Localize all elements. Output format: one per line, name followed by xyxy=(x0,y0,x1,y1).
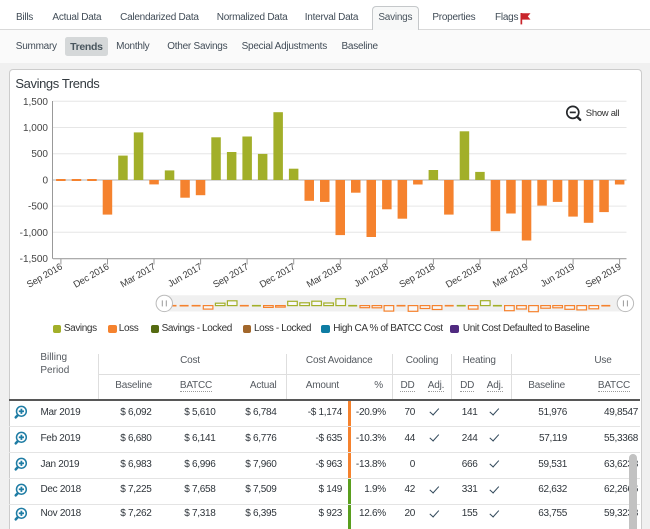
svg-text:Jun 2017: Jun 2017 xyxy=(166,262,204,290)
svg-text:Mar 2019: Mar 2019 xyxy=(491,262,530,291)
svg-text:1,000: 1,000 xyxy=(23,123,48,134)
svg-text:Mar 2017: Mar 2017 xyxy=(119,262,158,291)
svg-text:Mar 2018: Mar 2018 xyxy=(305,262,344,291)
svg-text:Dec 2016: Dec 2016 xyxy=(72,262,111,291)
svg-text:0: 0 xyxy=(42,175,48,186)
svg-text:Jun 2018: Jun 2018 xyxy=(352,262,390,290)
svg-text:Dec 2018: Dec 2018 xyxy=(444,262,483,291)
svg-text:-500: -500 xyxy=(28,202,48,213)
svg-text:Sep 2016: Sep 2016 xyxy=(25,262,64,291)
svg-text:500: 500 xyxy=(31,149,48,160)
svg-text:Show all: Show all xyxy=(586,108,620,119)
svg-text:Dec 2017: Dec 2017 xyxy=(258,262,297,291)
svg-text:Sep 2019: Sep 2019 xyxy=(584,262,623,291)
svg-text:-1,000: -1,000 xyxy=(20,228,49,239)
svg-text:Jun 2019: Jun 2019 xyxy=(539,262,577,290)
svg-text:Sep 2018: Sep 2018 xyxy=(398,262,437,291)
svg-text:-1,500: -1,500 xyxy=(20,254,49,265)
svg-text:Sep 2017: Sep 2017 xyxy=(211,262,250,291)
svg-text:1,500: 1,500 xyxy=(23,97,48,108)
